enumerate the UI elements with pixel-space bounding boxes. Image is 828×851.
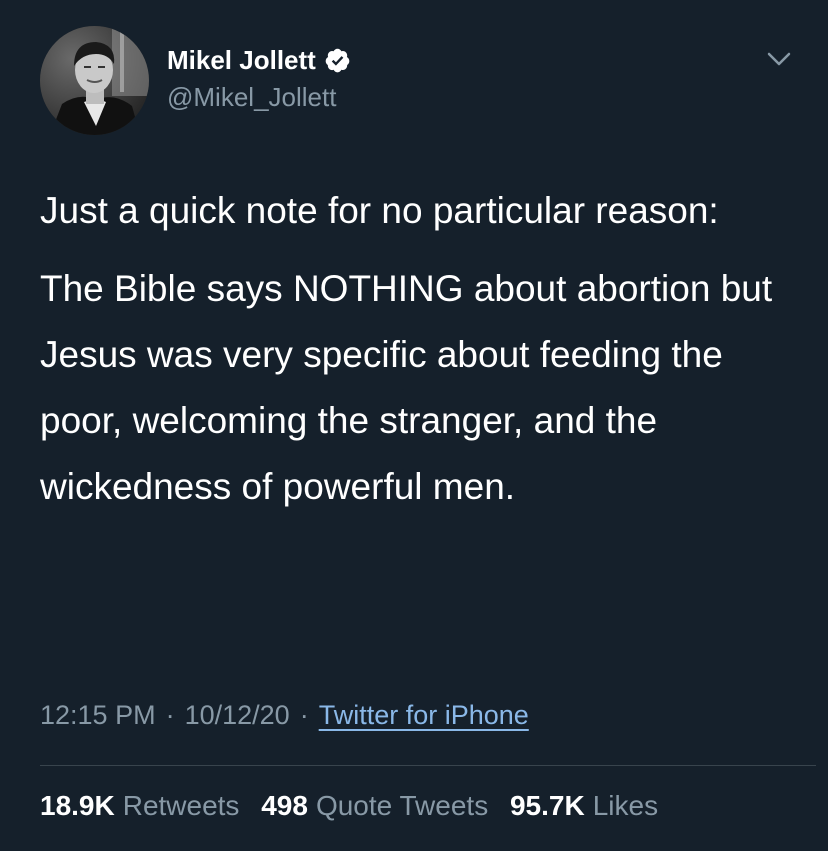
- name-row: Mikel Jollett: [167, 42, 351, 78]
- display-name[interactable]: Mikel Jollett: [167, 45, 316, 76]
- tweet-date[interactable]: 10/12/20: [185, 700, 290, 730]
- tweet-time[interactable]: 12:15 PM: [40, 700, 156, 730]
- avatar-photo: [40, 26, 149, 135]
- tweet-header: Mikel Jollett @Mikel_Jollett: [40, 26, 800, 136]
- likes-stat[interactable]: 95.7K Likes: [510, 790, 658, 821]
- quote-tweets-count: 498: [261, 790, 308, 821]
- tweet-text: Just a quick note for no particular reas…: [40, 178, 800, 520]
- retweets-count: 18.9K: [40, 790, 115, 821]
- tweet-stats: 18.9K Retweets 498 Quote Tweets 95.7K Likes: [40, 790, 672, 822]
- tweet-paragraph: The Bible says NOTHING about abortion bu…: [40, 268, 773, 507]
- retweets-label: Retweets: [122, 790, 240, 821]
- author-info: Mikel Jollett @Mikel_Jollett: [167, 42, 351, 113]
- divider: [40, 765, 816, 766]
- user-handle[interactable]: @Mikel_Jollett: [167, 82, 351, 113]
- tweet-meta: 12:15 PM · 10/12/20 · Twitter for iPhone: [40, 700, 529, 731]
- avatar[interactable]: [40, 26, 149, 135]
- chevron-down-icon[interactable]: [765, 48, 793, 70]
- verified-badge-icon: [324, 47, 351, 74]
- meta-separator: ·: [299, 700, 309, 730]
- likes-label: Likes: [592, 790, 659, 821]
- quote-tweets-stat[interactable]: 498 Quote Tweets: [261, 790, 488, 821]
- quote-tweets-label: Quote Tweets: [315, 790, 489, 821]
- likes-count: 95.7K: [509, 790, 585, 821]
- meta-separator: ·: [165, 700, 175, 730]
- tweet-card: Mikel Jollett @Mikel_Jollett Just a quic…: [0, 0, 828, 851]
- tweet-source-link[interactable]: Twitter for iPhone: [319, 700, 529, 730]
- retweets-stat[interactable]: 18.9K Retweets: [40, 790, 239, 821]
- tweet-paragraph: Just a quick note for no particular reas…: [40, 190, 719, 231]
